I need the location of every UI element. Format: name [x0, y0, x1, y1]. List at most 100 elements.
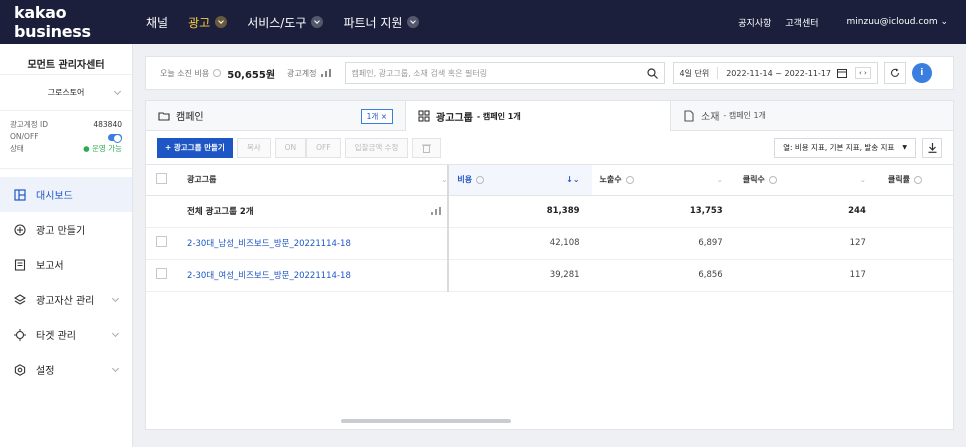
- summary-bar: 오늘 소진 비용 50,655원 광고계정 캠페인, 광고그룹, 소재 검색 혹…: [145, 56, 954, 90]
- data-panel: 캠페인 1개 × 광고그룹 - 캠페인 1개 소재 - 캠페인 1개 + 광고그…: [145, 100, 954, 430]
- support-link[interactable]: 고객센터: [785, 16, 818, 29]
- sidebar-item-settings[interactable]: 설정: [0, 352, 132, 387]
- delete-button[interactable]: [412, 137, 442, 158]
- table-wrapper: 광고그룹 ⌄ 비용 ↓⌄ 노출수 ⌄ 클릭수 ⌄ 클릭률 전체 광고그룹 2개 81,3…: [146, 165, 953, 292]
- campaign-filter-chip[interactable]: 1개 ×: [360, 109, 393, 124]
- spend-label: 오늘 소진 비용: [160, 68, 210, 78]
- kakao-business-logo[interactable]: kakao business: [0, 3, 146, 41]
- sidebar-item-label: 광고 만들기: [36, 226, 86, 237]
- bar-chart-icon[interactable]: [431, 207, 442, 215]
- sidebar-item-target[interactable]: 타겟 관리: [0, 317, 132, 352]
- copy-button[interactable]: 복사: [236, 137, 271, 158]
- edit-bid-button[interactable]: 입찰금액 수정: [344, 137, 409, 158]
- nav-partner-support[interactable]: 파트너 지원: [343, 14, 420, 31]
- on-button[interactable]: ON: [274, 137, 307, 158]
- total-name-cell: 전체 광고그룹 2개: [175, 195, 450, 228]
- download-icon: [928, 142, 936, 153]
- nav-ads[interactable]: 광고: [188, 14, 228, 31]
- refresh-button[interactable]: [883, 62, 906, 84]
- total-impressions: 13,753: [591, 195, 735, 228]
- header-ctr[interactable]: 클릭률: [877, 165, 953, 196]
- search-input[interactable]: 캠페인, 광고그룹, 소재 검색 혹은 필터링: [344, 62, 665, 84]
- row-checkbox[interactable]: [156, 268, 167, 279]
- info-icon: i: [920, 68, 924, 78]
- nav-partner-label: 파트너 지원: [343, 15, 403, 30]
- bar-chart-icon[interactable]: [320, 69, 331, 77]
- user-menu[interactable]: minzuu@icloud.com ⌄: [833, 17, 948, 27]
- table-row: 2-30대_남성_비즈보드_방문_20221114-18 42,108 6,89…: [146, 227, 953, 260]
- level-tabs: 캠페인 1개 × 광고그룹 - 캠페인 1개 소재 - 캠페인 1개: [146, 101, 953, 131]
- document-icon: [684, 109, 694, 122]
- tab-creative[interactable]: 소재 - 캠페인 1개: [671, 101, 953, 130]
- help-icon[interactable]: [913, 175, 922, 184]
- onoff-label: ON/OFF: [10, 132, 39, 141]
- status-badge: ● 운영 가능: [83, 144, 122, 153]
- table-header-row: 광고그룹 ⌄ 비용 ↓⌄ 노출수 ⌄ 클릭수 ⌄ 클릭률: [146, 165, 953, 196]
- notice-link[interactable]: 공지사항: [738, 16, 771, 29]
- row-cost: 39,281: [448, 259, 592, 292]
- row-ctr: 1: [877, 259, 953, 292]
- sort-icon: ⌄: [860, 175, 866, 184]
- sidebar-item-label: 타겟 관리: [36, 331, 76, 342]
- row-clicks: 117: [734, 259, 878, 292]
- account-onoff-toggle[interactable]: [108, 134, 122, 143]
- sidebar-item-create-ad[interactable]: 광고 만들기: [0, 212, 132, 247]
- date-prev-next[interactable]: ‹ ›: [855, 67, 871, 79]
- create-adgroup-button[interactable]: + 광고그룹 만들기: [157, 137, 233, 158]
- top-navigation-bar: kakao business 채널 광고 서비스/도구 파트너 지원 공지사항 …: [0, 0, 966, 44]
- user-email: minzuu@icloud.com: [846, 17, 938, 27]
- date-range-picker[interactable]: 4일 단위 2022-11-14 ~ 2022-11-17 ‹ ›: [672, 62, 878, 84]
- account-name: 그로스토어: [47, 88, 85, 97]
- layers-icon: [14, 293, 26, 305]
- help-icon[interactable]: [625, 175, 634, 184]
- horizontal-scrollbar[interactable]: [341, 419, 511, 423]
- sidebar-item-report[interactable]: 보고서: [0, 247, 132, 282]
- adgroup-link[interactable]: 2-30대_남성_비즈보드_방문_20221114-18: [187, 239, 351, 249]
- search-placeholder: 캠페인, 광고그룹, 소재 검색 혹은 필터링: [351, 68, 488, 78]
- column-select[interactable]: 열: 비용 지표, 기본 지표, 발송 지표 ▼: [774, 137, 916, 158]
- help-icon[interactable]: [213, 69, 222, 77]
- chevron-down-icon: [215, 16, 228, 28]
- table-total-row: 전체 광고그룹 2개 81,389 13,753 244 1.: [146, 195, 953, 228]
- status-label: 상태: [10, 144, 24, 153]
- help-icon[interactable]: [476, 175, 485, 184]
- sidebar-item-dashboard[interactable]: 대시보드: [0, 177, 132, 212]
- nav-channel[interactable]: 채널: [146, 14, 168, 31]
- header-impressions-label: 노출수: [599, 175, 622, 185]
- header-ctr-label: 클릭률: [887, 175, 910, 185]
- adgroup-link[interactable]: 2-30대_여성_비즈보드_방문_20221114-18: [187, 271, 351, 281]
- tab-adgroup-label: 광고그룹: [436, 112, 473, 124]
- search-icon[interactable]: [646, 67, 658, 79]
- sidebar-item-label: 광고자산 관리: [36, 296, 95, 307]
- row-checkbox[interactable]: [156, 236, 167, 247]
- header-checkbox-cell: [146, 165, 176, 196]
- total-clicks: 244: [734, 195, 878, 228]
- nav-services-tools[interactable]: 서비스/도구: [247, 14, 324, 31]
- trash-icon: [422, 144, 432, 153]
- header-adgroup[interactable]: 광고그룹 ⌄: [175, 165, 450, 196]
- tab-creative-sub: - 캠페인 1개: [723, 111, 766, 120]
- calendar-icon[interactable]: [837, 68, 847, 78]
- info-button[interactable]: i: [911, 63, 932, 83]
- tab-adgroup[interactable]: 광고그룹 - 캠페인 1개: [406, 101, 671, 131]
- sidebar-item-ad-assets[interactable]: 광고자산 관리: [0, 282, 132, 317]
- account-id: 483840: [93, 120, 122, 129]
- header-clicks[interactable]: 클릭수 ⌄: [734, 165, 878, 196]
- help-icon[interactable]: [768, 175, 777, 184]
- off-button[interactable]: OFF: [306, 137, 341, 158]
- account-info: 광고계정 ID 483840 ON/OFF 상태 ● 운영 가능: [0, 111, 132, 169]
- chevron-down-icon: [111, 364, 120, 373]
- download-button[interactable]: [922, 137, 942, 158]
- nav-ads-label: 광고: [188, 15, 211, 30]
- period-unit[interactable]: 4일 단위: [680, 68, 710, 79]
- header-impressions[interactable]: 노출수 ⌄: [591, 165, 735, 196]
- account-selector[interactable]: 그로스토어: [0, 75, 132, 111]
- total-name: 전체 광고그룹 2개: [187, 207, 254, 217]
- row-checkbox-cell: [146, 259, 176, 292]
- tab-adgroup-sub: - 캠페인 1개: [476, 111, 521, 121]
- column-select-value: 열: 비용 지표, 기본 지표, 발송 지표: [783, 143, 895, 152]
- tab-campaign[interactable]: 캠페인 1개 ×: [146, 101, 406, 130]
- select-all-checkbox[interactable]: [156, 173, 167, 185]
- header-cost[interactable]: 비용 ↓⌄: [448, 165, 592, 196]
- date-range: 2022-11-14 ~ 2022-11-17: [726, 68, 831, 78]
